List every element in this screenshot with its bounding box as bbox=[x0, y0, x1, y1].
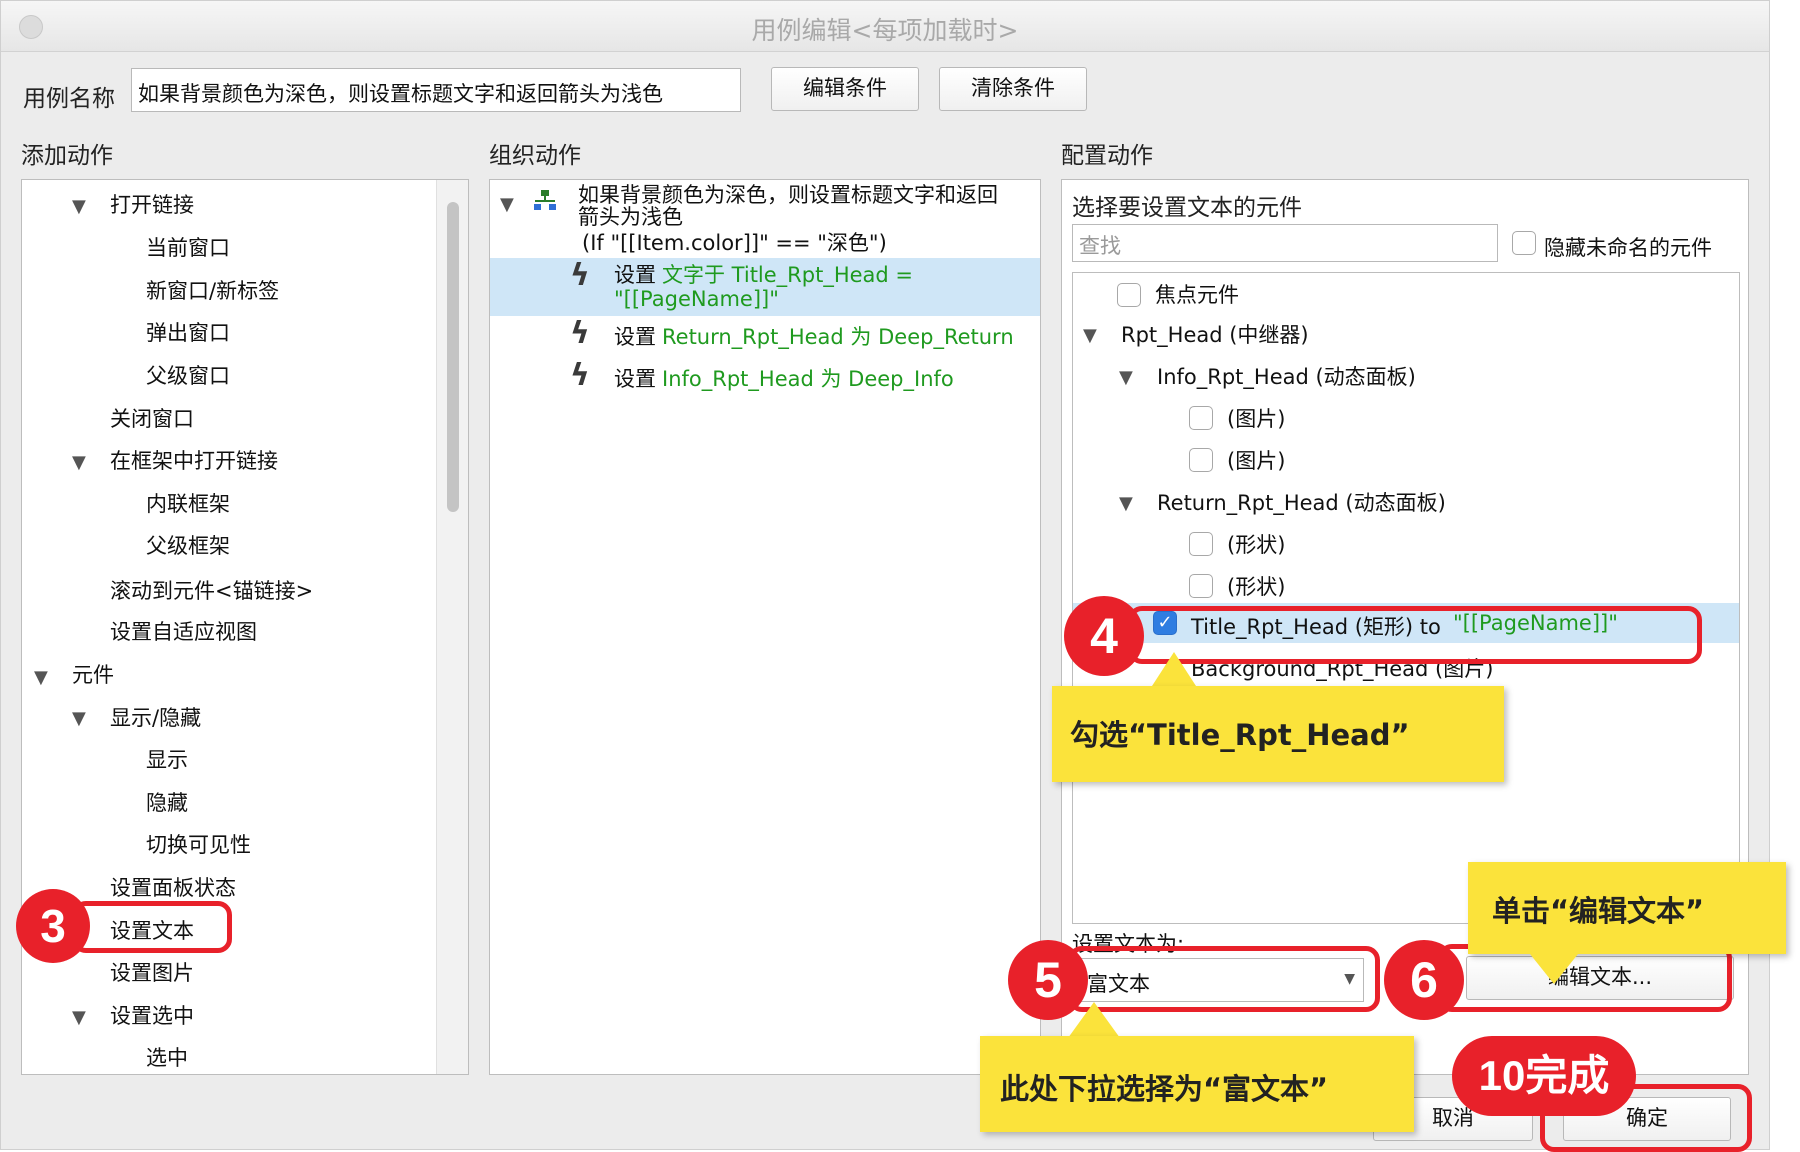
shape-checkbox[interactable] bbox=[1189, 532, 1213, 556]
note-step-5: 此处下拉选择为“富文本” bbox=[980, 1036, 1414, 1132]
action-item[interactable]: 父级窗口 bbox=[146, 360, 230, 390]
note-pointer bbox=[1068, 1002, 1120, 1038]
lightning-icon: ϟ bbox=[570, 316, 590, 351]
case-name-label: 用例名称 bbox=[23, 86, 115, 112]
action-detail[interactable]: Info_Rpt_Head 为 Deep_Info bbox=[662, 363, 954, 393]
step-badge-10: 10完成 bbox=[1452, 1036, 1636, 1116]
tree-item[interactable]: Return_Rpt_Head (动态面板) bbox=[1157, 487, 1446, 517]
note-pointer bbox=[1152, 652, 1196, 686]
collapse-triangle-icon[interactable]: ▼ bbox=[72, 452, 86, 473]
hide-unnamed-label: 隐藏未命名的元件 bbox=[1544, 236, 1712, 260]
tree-item: (图片) bbox=[1227, 407, 1286, 431]
title-bar: 用例编辑<每项加载时> bbox=[1, 1, 1769, 52]
organize-actions-panel: ▼ 如果背景颜色为深色，则设置标题文字和返回 箭头为浅色 (If "[[Item… bbox=[489, 179, 1041, 1075]
action-detail-cont: "[[PageName]]" bbox=[614, 287, 779, 311]
highlight-edit-text bbox=[1438, 944, 1732, 1012]
step-badge-4: 4 bbox=[1064, 596, 1144, 676]
collapse-triangle-icon[interactable]: ▼ bbox=[72, 1007, 86, 1028]
action-item[interactable]: 显示/隐藏 bbox=[110, 702, 201, 732]
tree-item: (图片) bbox=[1227, 449, 1286, 473]
element-tree: 焦点元件 ▼ Rpt_Head (中继器) ▼ Info_Rpt_Head (动… bbox=[1072, 272, 1740, 924]
focus-element-checkbox[interactable] bbox=[1117, 283, 1141, 307]
action-item[interactable]: 设置自适应视图 bbox=[110, 616, 257, 646]
action-item[interactable]: 隐藏 bbox=[146, 787, 188, 817]
organize-actions-heading: 组织动作 bbox=[489, 143, 581, 169]
action-detail: 文字于 Title_Rpt_Head = bbox=[662, 263, 914, 287]
action-item[interactable]: 滚动到元件<锚链接> bbox=[110, 575, 313, 605]
action-verb: 设置 bbox=[614, 263, 656, 287]
highlight-set-text bbox=[72, 901, 232, 953]
collapse-triangle-icon[interactable]: ▼ bbox=[500, 194, 514, 215]
select-element-label: 选择要设置文本的元件 bbox=[1072, 195, 1302, 221]
highlight-title-rpt-head bbox=[1128, 606, 1702, 664]
collapse-triangle-icon[interactable]: ▼ bbox=[72, 708, 86, 729]
collapse-triangle-icon[interactable]: ▼ bbox=[72, 196, 86, 217]
tree-item: (形状) bbox=[1227, 575, 1286, 599]
action-item[interactable]: 显示 bbox=[146, 744, 188, 774]
case-name-input[interactable]: 如果背景颜色为深色，则设置标题文字和返回箭头为浅色 bbox=[131, 68, 741, 112]
action-item[interactable]: 选中 bbox=[146, 1042, 188, 1072]
collapse-triangle-icon[interactable]: ▼ bbox=[1083, 325, 1097, 346]
action-item[interactable]: 弹出窗口 bbox=[146, 317, 230, 347]
action-item[interactable]: 设置图片 bbox=[110, 957, 194, 987]
configure-actions-heading: 配置动作 bbox=[1061, 143, 1153, 169]
case-condition: (If "[[Item.color]]" == "深色") bbox=[582, 231, 887, 255]
note-pointer bbox=[1530, 954, 1578, 984]
add-actions-heading: 添加动作 bbox=[21, 143, 113, 169]
collapse-triangle-icon[interactable]: ▼ bbox=[1119, 493, 1133, 514]
add-actions-scrollbar[interactable] bbox=[436, 180, 468, 1074]
note-step-4: 勾选“Title_Rpt_Head” bbox=[1052, 686, 1504, 782]
lightning-icon: ϟ bbox=[570, 358, 590, 393]
action-item[interactable]: 关闭窗口 bbox=[110, 403, 194, 433]
edit-condition-button[interactable]: 编辑条件 bbox=[771, 67, 919, 111]
note-step-6: 单击“编辑文本” bbox=[1468, 862, 1786, 954]
action-item[interactable]: 切换可见性 bbox=[146, 829, 251, 859]
collapse-triangle-icon[interactable]: ▼ bbox=[34, 667, 48, 688]
action-item[interactable]: 在框架中打开链接 bbox=[110, 445, 278, 475]
tree-item: (形状) bbox=[1227, 533, 1286, 557]
shape-checkbox[interactable] bbox=[1189, 574, 1213, 598]
action-item[interactable]: 设置选中 bbox=[110, 1000, 194, 1030]
case-tree-icon bbox=[532, 188, 558, 218]
collapse-triangle-icon[interactable]: ▼ bbox=[1119, 367, 1133, 388]
image-checkbox[interactable] bbox=[1189, 406, 1213, 430]
action-item[interactable]: 设置面板状态 bbox=[110, 872, 236, 902]
action-item[interactable]: 父级框架 bbox=[146, 530, 230, 560]
search-input[interactable]: 查找 bbox=[1072, 224, 1498, 262]
action-verb[interactable]: 设置 bbox=[614, 321, 656, 351]
tree-item: 焦点元件 bbox=[1155, 283, 1239, 307]
tree-item[interactable]: Info_Rpt_Head (动态面板) bbox=[1157, 361, 1416, 391]
step-badge-6: 6 bbox=[1384, 940, 1464, 1020]
clear-condition-button[interactable]: 清除条件 bbox=[939, 67, 1087, 111]
action-item[interactable]: 打开链接 bbox=[110, 189, 194, 219]
lightning-icon: ϟ bbox=[570, 258, 590, 293]
action-detail[interactable]: Return_Rpt_Head 为 Deep_Return bbox=[662, 321, 1014, 351]
step-badge-3: 3 bbox=[16, 889, 90, 963]
action-item[interactable]: 当前窗口 bbox=[146, 232, 230, 262]
tree-item[interactable]: Rpt_Head (中继器) bbox=[1121, 319, 1309, 349]
scrollbar-thumb[interactable] bbox=[447, 202, 459, 512]
case-title-line2[interactable]: 箭头为浅色 bbox=[578, 206, 683, 228]
case-title-line1[interactable]: 如果背景颜色为深色，则设置标题文字和返回 bbox=[578, 184, 998, 206]
action-item[interactable]: 元件 bbox=[72, 659, 114, 689]
image-checkbox[interactable] bbox=[1189, 448, 1213, 472]
action-item[interactable]: 新窗口/新标签 bbox=[146, 275, 279, 305]
action-verb[interactable]: 设置 bbox=[614, 363, 656, 393]
hide-unnamed-checkbox[interactable] bbox=[1512, 231, 1536, 255]
action-item[interactable]: 内联框架 bbox=[146, 488, 230, 518]
window-title: 用例编辑<每项加载时> bbox=[751, 16, 1019, 45]
